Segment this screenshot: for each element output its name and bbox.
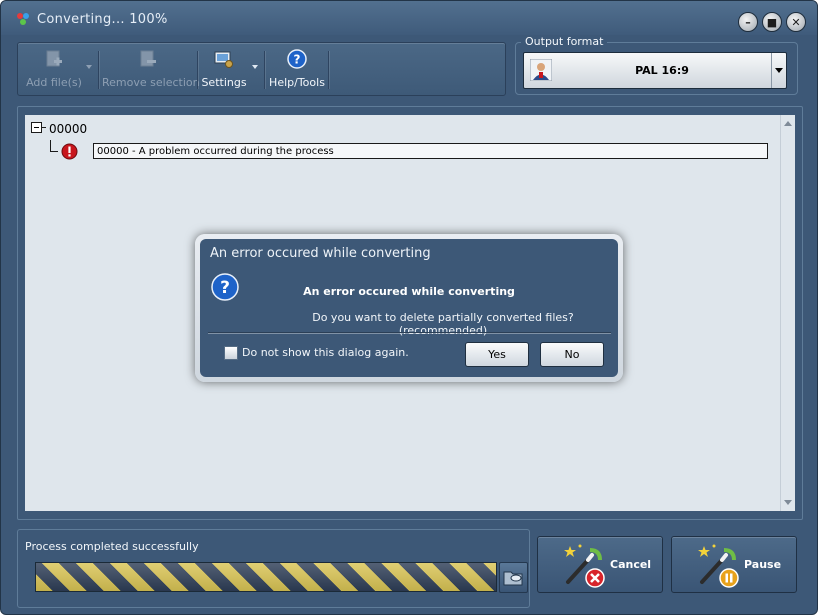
toolbar-separator [328, 51, 329, 89]
output-format-select[interactable]: PAL 16:9 [523, 52, 787, 89]
title-bar[interactable]: Converting... 100% – ■ ✕ [1, 1, 817, 35]
cancel-label: Cancel [610, 558, 652, 571]
dialog-message: Do you want to delete partially converte… [312, 311, 574, 337]
close-button[interactable]: ✕ [786, 12, 806, 32]
svg-text:?: ? [294, 53, 301, 67]
remove-file-icon [140, 50, 156, 67]
settings-dropdown-icon[interactable] [252, 65, 258, 69]
window-title: Converting... 100% [37, 12, 168, 27]
error-dialog: An error occured while converting ? An e… [195, 234, 623, 382]
no-button[interactable]: No [540, 342, 604, 367]
pause-label: Pause [744, 558, 782, 571]
output-format-value: PAL 16:9 [635, 64, 689, 77]
maximize-button[interactable]: ■ [762, 12, 782, 32]
toolbar-separator [264, 51, 265, 89]
folder-open-icon [503, 571, 523, 586]
converter-window: Converting... 100% – ■ ✕ Add file(s) Rem… [0, 0, 818, 615]
close-icon: ✕ [791, 15, 801, 29]
dialog-heading: An error occured while converting [303, 285, 515, 298]
remove-selection-label: Remove selection [102, 76, 200, 89]
pause-button[interactable]: Pause [671, 536, 797, 593]
tree-child-item[interactable]: 00000 - A problem occurred during the pr… [93, 143, 768, 159]
progress-bar [35, 562, 497, 592]
scroll-down-icon[interactable] [784, 500, 792, 505]
dont-show-again-label[interactable]: Do not show this dialog again. [242, 346, 409, 359]
dialog-title: An error occured while converting [210, 246, 431, 261]
error-dialog-body: An error occured while converting ? An e… [200, 239, 618, 377]
minimize-icon: – [745, 15, 751, 29]
status-text: Process completed successfully [25, 540, 199, 553]
error-exclamation-icon [61, 143, 78, 160]
add-files-dropdown-icon[interactable] [86, 65, 92, 69]
maximize-icon: ■ [766, 15, 778, 29]
remove-selection-button[interactable]: Remove selection [102, 43, 200, 95]
progress-fill [36, 563, 496, 591]
output-format-label: Output format [521, 35, 608, 48]
tree-root-item[interactable]: 00000 [49, 122, 87, 136]
help-tools-label: Help/Tools [269, 76, 325, 89]
settings-label: Settings [201, 76, 247, 89]
toolbar-separator [197, 51, 198, 89]
dialog-divider [208, 332, 611, 333]
help-question-icon: ? [287, 49, 307, 69]
tree-line [41, 127, 46, 128]
yes-button[interactable]: Yes [465, 342, 529, 367]
app-logo-icon [17, 13, 29, 25]
scroll-up-icon[interactable] [784, 121, 792, 126]
wand-pause-icon [698, 544, 739, 588]
chevron-down-icon[interactable] [771, 53, 786, 88]
person-format-icon [530, 59, 552, 81]
toolbar-separator [98, 51, 99, 89]
wand-cancel-icon [564, 544, 605, 588]
add-files-label: Add file(s) [26, 76, 82, 89]
add-file-icon [46, 50, 62, 67]
cancel-button[interactable]: Cancel [537, 536, 663, 593]
dont-show-again-checkbox[interactable] [224, 346, 238, 360]
open-folder-button[interactable] [499, 562, 528, 593]
settings-button[interactable]: Settings [199, 43, 249, 95]
settings-icon [214, 51, 233, 68]
file-list-scrollbar[interactable] [780, 115, 795, 511]
minimize-button[interactable]: – [738, 12, 758, 32]
add-files-button[interactable]: Add file(s) [21, 43, 87, 95]
tree-line [50, 151, 58, 152]
main-toolbar: Add file(s) Remove selection Settings ? … [17, 42, 506, 96]
help-tools-button[interactable]: ? Help/Tools [268, 43, 326, 95]
tree-line [50, 140, 51, 151]
